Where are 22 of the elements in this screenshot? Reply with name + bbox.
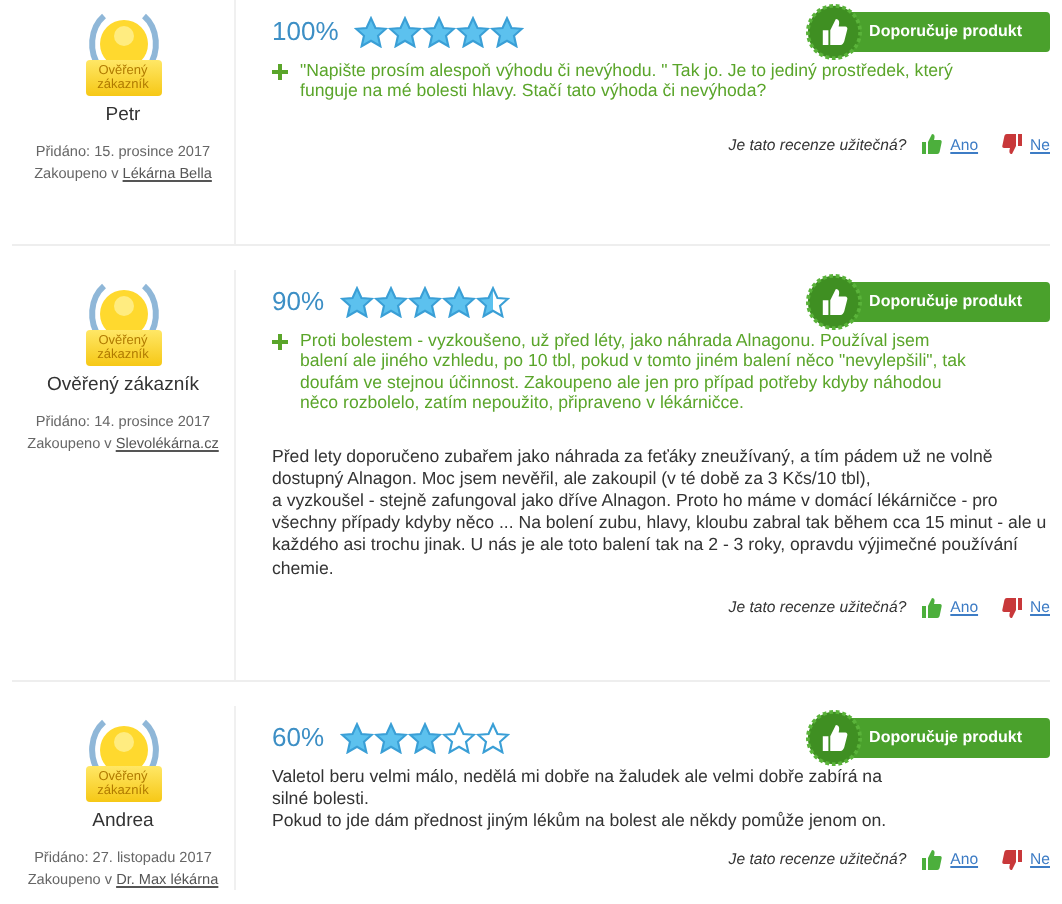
review-text: Pokud to jde dám přednost jiným lékům na bolest ale někdy pomůže jenom on. bbox=[272, 809, 889, 833]
rating-percent: 100% bbox=[272, 14, 339, 50]
thumbs-up-icon bbox=[922, 849, 943, 870]
thumbs-down-icon bbox=[1002, 134, 1023, 155]
pros-text: "Napište prosím alespoň výhodu či nevýhodu. " Tak jo. Je to jediný prostředek, který funguje na mé bolesti hlavy. Stačí tato výhoda či nevýhoda? bbox=[300, 59, 955, 101]
pros-text: Proti bolestem - vyzkoušeno, už před léty, jako náhrada Alnagonu. Používal jsem balení ale jiného vzhledu, po 10 tbl, pokud v tomto jiném balení něco "nevylepšili", tak doufám ve stejnou účinnost. Zakoupeno ale jen pro případ potřeby kdyby náhodou něco rozbolelo, zatím nepoužito, připraveno v lékárničce. bbox=[300, 329, 968, 413]
reviewer-name: Petr bbox=[105, 102, 141, 130]
thumbs-up-icon bbox=[922, 597, 943, 618]
reviewer-name: Ověřený zákazník bbox=[46, 372, 200, 400]
thumbs-up-icon bbox=[805, 710, 862, 766]
plus-icon bbox=[272, 333, 288, 349]
rating-percent: 90% bbox=[272, 284, 325, 320]
thumbs-down-icon bbox=[1002, 597, 1023, 618]
review-text: a vyzkoušel - stejně zafungoval jako dříve Alnagon. Proto ho máme v domácí lékárničce - pro všechny případy kdyby něco ... Na bolení zubu, hlavy, kloubu zabral tak během cca 15 minut - ale u každého asi trochu jinak. U nás je ale toto balení tak na 2 - 3 roky, opravdu výjimečné používání chemie. bbox=[272, 489, 1049, 580]
thumbs-up-icon bbox=[805, 4, 862, 60]
thumbs-up-icon bbox=[805, 274, 862, 330]
thumbs-down-icon bbox=[1002, 849, 1023, 870]
rating-percent: 60% bbox=[272, 720, 325, 756]
thumbs-up-icon bbox=[922, 134, 943, 155]
review-text: Valetol beru velmi málo, nedělá mi dobře na žaludek ale velmi dobře zabírá na silné bolesti. bbox=[272, 765, 884, 810]
reviewer-name: Andrea bbox=[92, 808, 154, 836]
plus-icon bbox=[272, 63, 288, 79]
